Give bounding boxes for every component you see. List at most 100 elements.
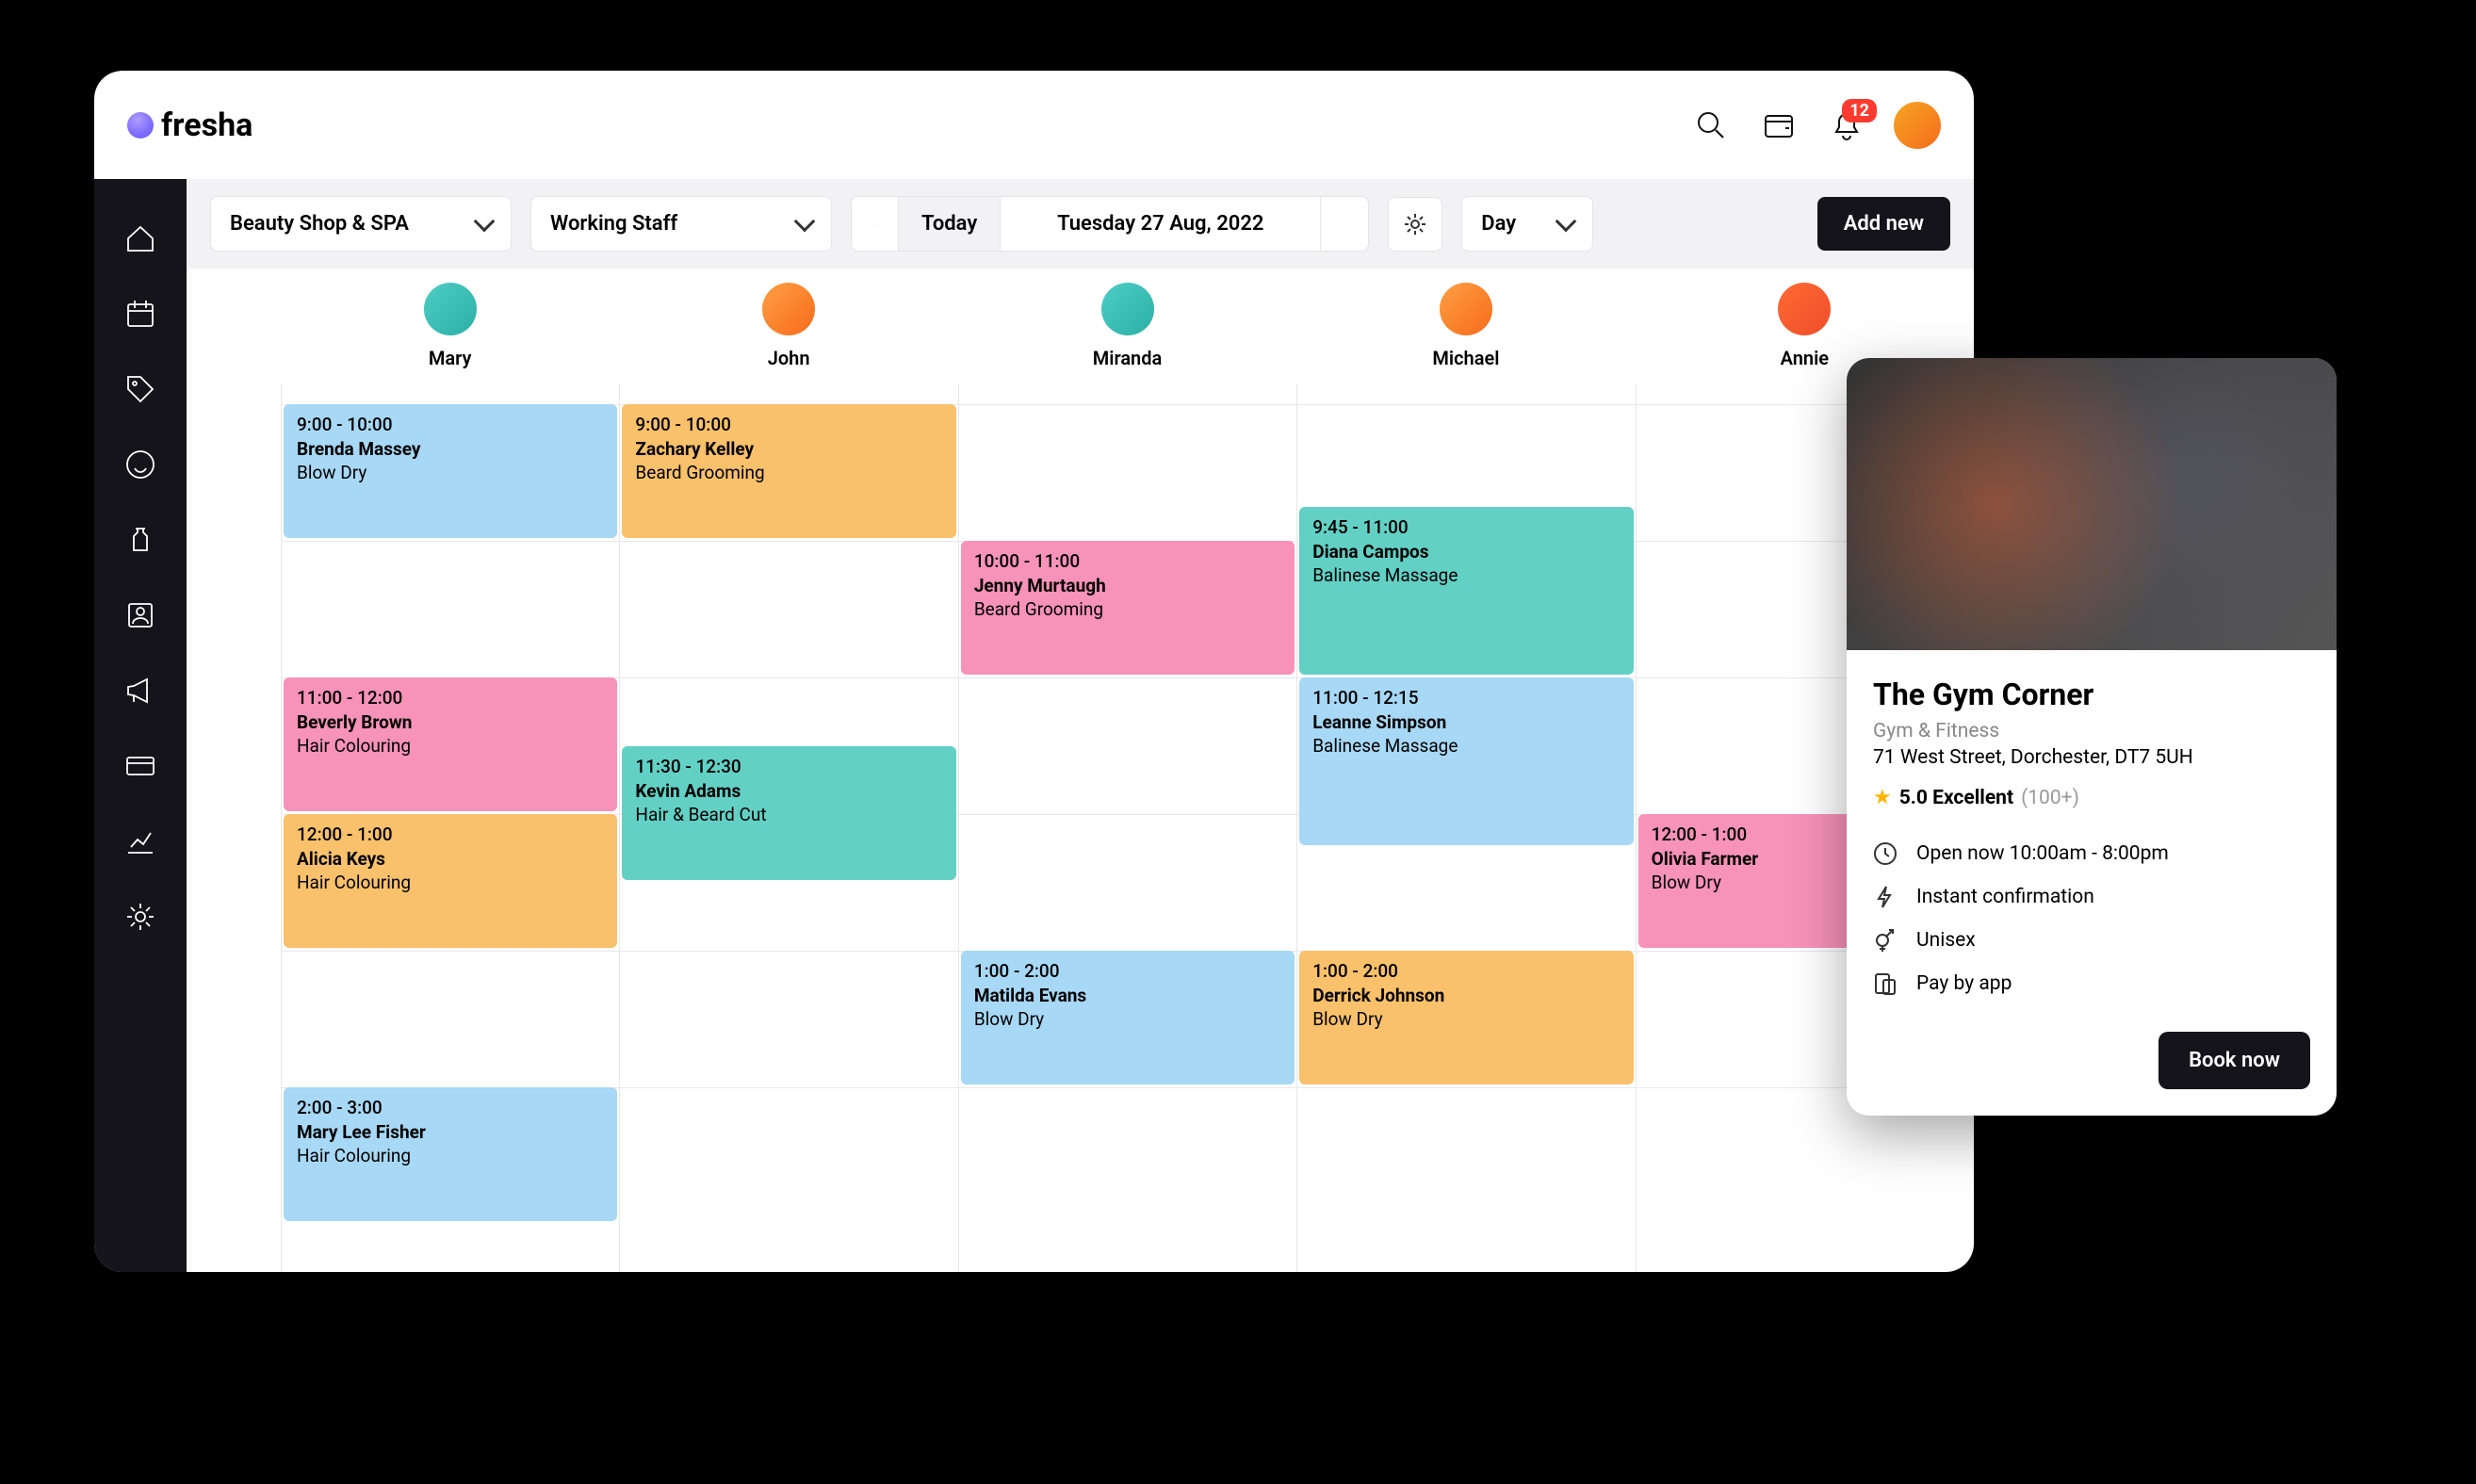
location-select[interactable]: Beauty Shop & SPA (210, 196, 512, 252)
nav-feedback[interactable] (123, 448, 157, 485)
business-address: 71 West Street, Dorchester, DT7 5UH (1873, 746, 2310, 769)
search-button[interactable] (1690, 105, 1732, 146)
nav-payments[interactable] (123, 749, 157, 787)
star-icon: ★ (1873, 786, 1892, 809)
appointment-client: Brenda Massey (297, 438, 604, 460)
appointment-time: 11:00 - 12:15 (1312, 687, 1620, 709)
staff-header[interactable]: Mary (281, 283, 619, 369)
chevron-right-icon (1344, 218, 1345, 231)
time-column: 9:00am10:00am11:00am12:00pm1:00pm2:00pm (187, 383, 281, 1272)
business-image (1847, 358, 2337, 650)
bolt-icon (1873, 885, 1898, 909)
book-wrapper: Book now (1847, 1032, 2337, 1116)
nav-calendar[interactable] (123, 297, 157, 334)
bottle-icon (123, 523, 157, 557)
appointment[interactable]: 11:30 - 12:30Kevin AdamsHair & Beard Cut (622, 746, 955, 880)
nav-settings[interactable] (123, 900, 157, 938)
chevron-left-icon (874, 218, 875, 231)
nav-tags[interactable] (123, 372, 157, 410)
staff-header[interactable]: Miranda (958, 283, 1296, 369)
staff-column[interactable]: 10:00 - 11:00Jenny MurtaughBeard Groomin… (958, 383, 1296, 1272)
appointment-time: 1:00 - 2:00 (1312, 960, 1620, 982)
appointment-time: 9:00 - 10:00 (635, 414, 942, 435)
add-new-button[interactable]: Add new (1817, 197, 1950, 251)
chart-icon (123, 824, 157, 858)
staff-column[interactable]: 9:45 - 11:00Diana CamposBalinese Massage… (1296, 383, 1635, 1272)
notification-badge: 12 (1842, 99, 1877, 122)
header-actions: 12 (1690, 102, 1941, 149)
appointment-time: 9:00 - 10:00 (297, 414, 604, 435)
nav-marketing[interactable] (123, 674, 157, 711)
chevron-down-icon (474, 210, 496, 232)
toolbar: Beauty Shop & SPA Working Staff Today Tu… (187, 179, 1974, 269)
appointment[interactable]: 1:00 - 2:00 Derrick JohnsonBlow Dry (1299, 951, 1633, 1084)
hours-text: Open now 10:00am - 8:00pm (1916, 842, 2169, 865)
staff-header-row: MaryJohn Miranda Michael Annie (187, 269, 1974, 383)
calendar-settings-button[interactable] (1388, 197, 1442, 252)
appointment[interactable]: 2:00 - 3:00Mary Lee FisherHair Colouring (284, 1087, 617, 1221)
staff-column[interactable]: 9:00 - 10:00Brenda MasseyBlow Dry11:00 -… (281, 383, 619, 1272)
staff-filter-label: Working Staff (550, 212, 677, 236)
appointment-client: Zachary Kelley (635, 438, 942, 460)
feature-payment: Pay by app (1873, 962, 2310, 1005)
prev-day-button[interactable] (852, 197, 899, 251)
search-icon (1695, 109, 1727, 141)
calendar-icon (123, 297, 157, 331)
notifications-button[interactable]: 12 (1826, 105, 1867, 146)
staff-header[interactable]: Michael (1296, 283, 1635, 369)
appointment[interactable]: 12:00 - 1:00Alicia KeysHair Colouring (284, 814, 617, 948)
current-date[interactable]: Tuesday 27 Aug, 2022 (1001, 197, 1321, 251)
header: fresha 12 (94, 71, 1974, 179)
staff-header[interactable]: John (619, 283, 957, 369)
next-day-button[interactable] (1321, 197, 1368, 251)
appointment[interactable]: 9:00 - 10:00Brenda MasseyBlow Dry (284, 404, 617, 538)
appointment-service: Blow Dry (1312, 1008, 1620, 1030)
person-icon (123, 598, 157, 632)
wallet-button[interactable] (1758, 105, 1800, 146)
appointment-client: Derrick Johnson (1312, 985, 1620, 1006)
nav-analytics[interactable] (123, 824, 157, 862)
staff-name: Michael (1432, 347, 1499, 369)
today-button[interactable]: Today (899, 197, 1001, 251)
staff-avatar (1778, 283, 1831, 335)
appointment-time: 12:00 - 1:00 (297, 824, 604, 845)
staff-avatar (762, 283, 815, 335)
appointment[interactable]: 9:45 - 11:00Diana CamposBalinese Massage (1299, 507, 1633, 675)
smile-icon (123, 448, 157, 481)
view-label: Day (1481, 212, 1516, 236)
rating-value: 5.0 Excellent (1899, 787, 2013, 809)
calendar-grid: 9:00am10:00am11:00am12:00pm1:00pm2:00pm … (187, 383, 1974, 1272)
appointment-service: Blow Dry (974, 1008, 1281, 1030)
staff-filter-select[interactable]: Working Staff (530, 196, 832, 252)
card-icon (123, 749, 157, 783)
staff-name: Miranda (1093, 347, 1162, 369)
book-now-button[interactable]: Book now (2158, 1032, 2310, 1089)
feature-gender: Unisex (1873, 919, 2310, 962)
staff-column[interactable]: 9:00 - 10:00Zachary KelleyBeard Grooming… (619, 383, 957, 1272)
staff-header[interactable]: Annie (1636, 283, 1974, 369)
appointment[interactable]: 10:00 - 11:00Jenny MurtaughBeard Groomin… (961, 541, 1295, 675)
appointment-time: 2:00 - 3:00 (297, 1097, 604, 1118)
nav-home[interactable] (123, 221, 157, 259)
appointment-client: Alicia Keys (297, 848, 604, 870)
appointment[interactable]: 1:00 - 2:00Matilda EvansBlow Dry (961, 951, 1295, 1084)
appointment[interactable]: 9:00 - 10:00Zachary KelleyBeard Grooming (622, 404, 955, 538)
staff-avatar (424, 283, 477, 335)
gender-text: Unisex (1916, 929, 1976, 952)
appointment-service: Hair Colouring (297, 1145, 604, 1166)
appointment-time: 11:00 - 12:00 (297, 687, 604, 709)
appointment-time: 10:00 - 11:00 (974, 550, 1281, 572)
business-category: Gym & Fitness (1873, 720, 2310, 742)
home-icon (123, 221, 157, 255)
location-label: Beauty Shop & SPA (230, 212, 409, 236)
user-avatar[interactable] (1894, 102, 1941, 149)
clock-icon (1873, 841, 1898, 866)
staff-name: Annie (1781, 347, 1829, 369)
logo[interactable]: fresha (127, 106, 252, 144)
nav-clients[interactable] (123, 598, 157, 636)
appointment-client: Matilda Evans (974, 985, 1281, 1006)
view-select[interactable]: Day (1461, 196, 1593, 252)
appointment[interactable]: 11:00 - 12:00Beverly BrownHair Colouring (284, 677, 617, 811)
appointment[interactable]: 11:00 - 12:15Leanne SimpsonBalinese Mass… (1299, 677, 1633, 845)
nav-products[interactable] (123, 523, 157, 561)
